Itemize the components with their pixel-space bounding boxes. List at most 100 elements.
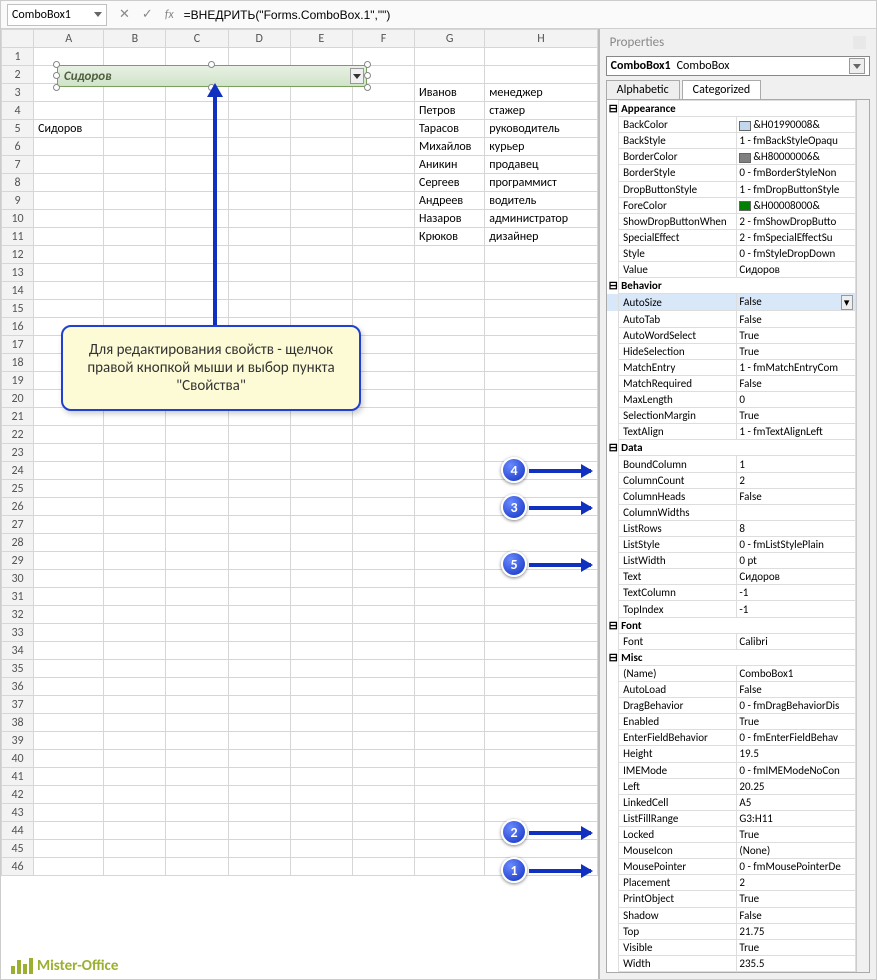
- cell[interactable]: [34, 552, 104, 570]
- cell[interactable]: [415, 642, 485, 660]
- object-dropdown-button[interactable]: [849, 58, 865, 74]
- cell[interactable]: [228, 192, 290, 210]
- cell[interactable]: [34, 624, 104, 642]
- property-row[interactable]: AutoTabFalse: [607, 311, 856, 327]
- cell[interactable]: Аникин: [415, 156, 485, 174]
- cell[interactable]: [104, 246, 166, 264]
- column-header[interactable]: C: [166, 30, 228, 48]
- cell[interactable]: [352, 462, 414, 480]
- cell[interactable]: [228, 246, 290, 264]
- cell[interactable]: Петров: [415, 102, 485, 120]
- property-value[interactable]: False: [737, 311, 855, 327]
- property-value[interactable]: 1: [737, 456, 855, 472]
- cell[interactable]: руководитель: [485, 120, 597, 138]
- cell[interactable]: [352, 318, 414, 336]
- cell[interactable]: [34, 264, 104, 282]
- property-row[interactable]: PrintObjectTrue: [607, 891, 856, 907]
- cell[interactable]: [166, 858, 228, 876]
- cell[interactable]: Тарасов: [415, 120, 485, 138]
- cell[interactable]: [104, 192, 166, 210]
- cell[interactable]: [228, 858, 290, 876]
- cell[interactable]: [290, 822, 352, 840]
- property-value[interactable]: 235.5: [737, 955, 855, 971]
- cell[interactable]: [485, 840, 597, 858]
- cell[interactable]: [166, 786, 228, 804]
- property-row[interactable]: IMEMode0 - fmIMEModeNoCon: [607, 762, 856, 778]
- cell[interactable]: [415, 858, 485, 876]
- cell[interactable]: Андреев: [415, 192, 485, 210]
- cell[interactable]: [415, 606, 485, 624]
- cell[interactable]: [485, 48, 597, 66]
- collapse-icon[interactable]: ⊟: [607, 617, 619, 633]
- property-row[interactable]: MaxLength0: [607, 392, 856, 408]
- cell[interactable]: [485, 804, 597, 822]
- cell[interactable]: [485, 786, 597, 804]
- row-header[interactable]: 14: [2, 282, 34, 300]
- property-value[interactable]: -1: [737, 601, 855, 617]
- cell[interactable]: [290, 678, 352, 696]
- cell[interactable]: [352, 480, 414, 498]
- cell[interactable]: [166, 300, 228, 318]
- row-header[interactable]: 29: [2, 552, 34, 570]
- cell[interactable]: Михайлов: [415, 138, 485, 156]
- cell[interactable]: [104, 264, 166, 282]
- cell[interactable]: [415, 714, 485, 732]
- property-value[interactable]: True: [737, 939, 855, 955]
- cell[interactable]: [228, 624, 290, 642]
- cell[interactable]: [415, 768, 485, 786]
- cell[interactable]: [290, 840, 352, 858]
- cell[interactable]: [290, 642, 352, 660]
- cell[interactable]: [290, 588, 352, 606]
- cell[interactable]: [34, 858, 104, 876]
- cell[interactable]: [104, 858, 166, 876]
- cell[interactable]: [228, 480, 290, 498]
- cell[interactable]: [34, 804, 104, 822]
- cell[interactable]: [352, 174, 414, 192]
- cell[interactable]: [352, 570, 414, 588]
- cell[interactable]: [228, 606, 290, 624]
- cell[interactable]: [290, 480, 352, 498]
- formula-input[interactable]: [180, 5, 870, 25]
- tab-alphabetic[interactable]: Alphabetic: [606, 80, 680, 99]
- cell[interactable]: [34, 678, 104, 696]
- cell[interactable]: [166, 426, 228, 444]
- cell[interactable]: [290, 426, 352, 444]
- cell[interactable]: [104, 606, 166, 624]
- cell[interactable]: [104, 768, 166, 786]
- cell[interactable]: [104, 174, 166, 192]
- property-row[interactable]: TextAlign1 - fmTextAlignLeft: [607, 424, 856, 440]
- cell[interactable]: [352, 390, 414, 408]
- cell[interactable]: [104, 156, 166, 174]
- property-row[interactable]: BoundColumn1: [607, 456, 856, 472]
- cell[interactable]: [34, 246, 104, 264]
- cell[interactable]: [352, 102, 414, 120]
- property-row[interactable]: SelectionMarginTrue: [607, 408, 856, 424]
- cell[interactable]: [104, 138, 166, 156]
- property-value[interactable]: [737, 504, 855, 520]
- cell[interactable]: [104, 804, 166, 822]
- cell[interactable]: [34, 696, 104, 714]
- cell[interactable]: [34, 228, 104, 246]
- cell[interactable]: [34, 156, 104, 174]
- cell[interactable]: [352, 336, 414, 354]
- cell[interactable]: [104, 102, 166, 120]
- property-row[interactable]: ListFillRangeG3:H11: [607, 810, 856, 826]
- worksheet-area[interactable]: ABCDEFGH123Ивановменеджер4Петровстажер5С…: [1, 29, 598, 979]
- cell[interactable]: [352, 822, 414, 840]
- property-row[interactable]: AutoLoadFalse: [607, 682, 856, 698]
- cell[interactable]: Назаров: [415, 210, 485, 228]
- property-row[interactable]: ListRows8: [607, 520, 856, 536]
- property-row[interactable]: ListWidth0 pt: [607, 553, 856, 569]
- cell[interactable]: [352, 408, 414, 426]
- cell[interactable]: [166, 822, 228, 840]
- property-row[interactable]: Placement2: [607, 875, 856, 891]
- cell[interactable]: [166, 192, 228, 210]
- cell[interactable]: [352, 282, 414, 300]
- cell[interactable]: [485, 570, 597, 588]
- cell[interactable]: [415, 696, 485, 714]
- cell[interactable]: [34, 732, 104, 750]
- cell[interactable]: [104, 516, 166, 534]
- property-value[interactable]: True: [737, 327, 855, 343]
- column-header[interactable]: B: [104, 30, 166, 48]
- property-row[interactable]: ForeColor&H00008000&: [607, 197, 856, 213]
